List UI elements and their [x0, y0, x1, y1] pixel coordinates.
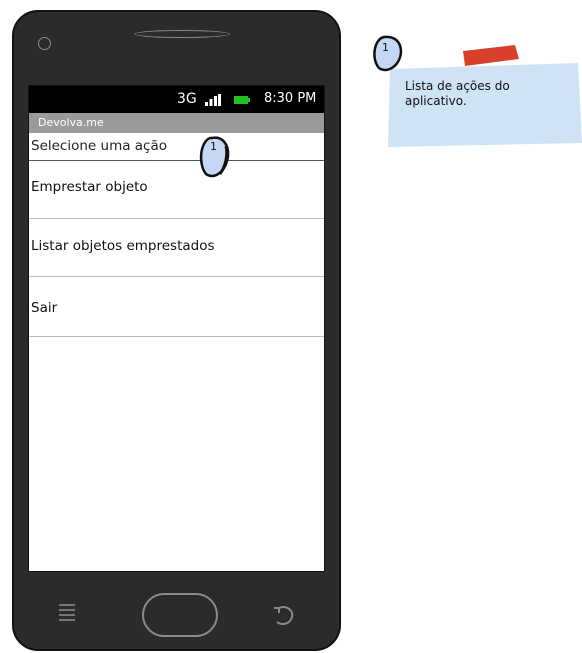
callout-number: 1 — [210, 140, 217, 153]
list-item-sair[interactable]: Sair — [29, 277, 324, 337]
callout-marker: 1 — [196, 134, 232, 182]
wireframe-canvas: 3G 8:30 PM Devolva.me Selecione uma ação… — [0, 0, 582, 653]
list-item-emprestar-objeto[interactable]: Emprestar objeto — [29, 161, 324, 219]
signal-icon — [205, 94, 221, 106]
speaker-grille — [134, 30, 230, 38]
note-badge: 1 — [370, 34, 404, 74]
app-title-bar: Devolva.me — [29, 113, 324, 133]
list-header: Selecione uma ação — [29, 133, 324, 161]
status-bar: 3G 8:30 PM — [29, 86, 324, 113]
back-icon[interactable] — [270, 602, 296, 628]
camera-icon — [38, 37, 51, 50]
phone-frame: 3G 8:30 PM Devolva.me Selecione uma ação… — [12, 10, 341, 651]
note-number: 1 — [382, 41, 389, 54]
list-item-listar-objetos[interactable]: Listar objetos emprestados — [29, 219, 324, 277]
phone-screen: 3G 8:30 PM Devolva.me Selecione uma ação… — [28, 85, 325, 572]
home-button[interactable] — [142, 593, 218, 637]
note-text: Lista de ações do aplicativo. — [405, 79, 510, 108]
network-type: 3G — [177, 91, 197, 107]
status-time: 8:30 PM — [264, 91, 317, 106]
battery-icon — [234, 96, 250, 104]
action-list: Emprestar objeto Listar objetos empresta… — [29, 161, 324, 337]
note-badge-outline-icon — [373, 35, 403, 72]
menu-icon[interactable] — [58, 603, 76, 623]
note-tape — [463, 45, 519, 66]
